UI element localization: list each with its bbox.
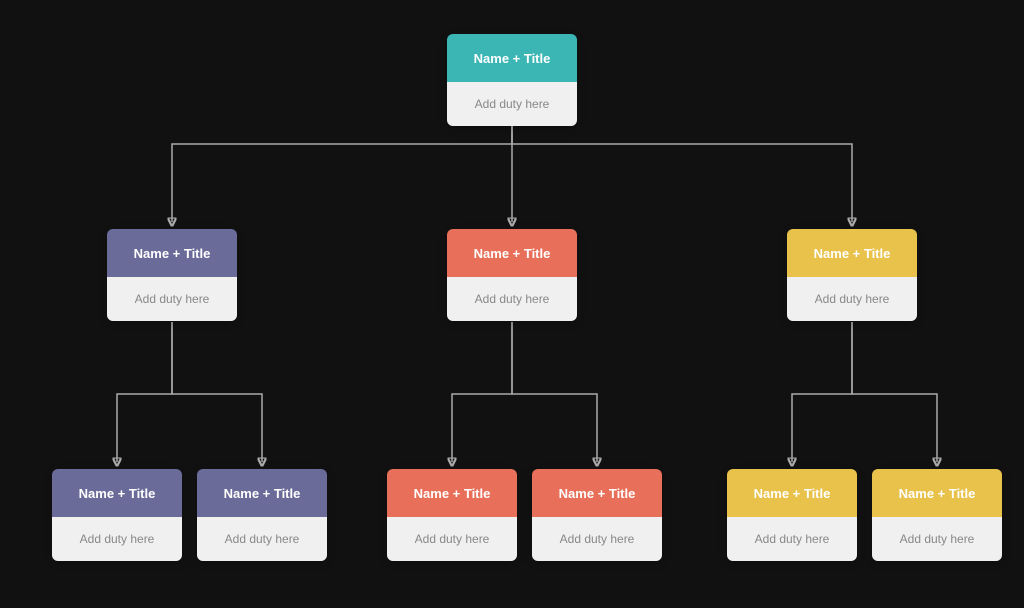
node-mid-left-header: Name + Title <box>107 229 237 277</box>
node-leaf-ll[interactable]: Name + Title Add duty here <box>52 469 182 561</box>
node-leaf-rl-body: Add duty here <box>727 517 857 561</box>
node-root-label: Name + Title <box>474 51 551 66</box>
node-leaf-cr-duty: Add duty here <box>560 532 635 546</box>
node-leaf-lr-duty: Add duty here <box>225 532 300 546</box>
node-leaf-rl-header: Name + Title <box>727 469 857 517</box>
node-mid-center-header: Name + Title <box>447 229 577 277</box>
node-leaf-cl-duty: Add duty here <box>415 532 490 546</box>
node-leaf-rl-duty: Add duty here <box>755 532 830 546</box>
node-leaf-lr-label: Name + Title <box>224 486 301 501</box>
node-mid-right-duty: Add duty here <box>815 292 890 306</box>
node-leaf-lr-header: Name + Title <box>197 469 327 517</box>
node-leaf-lr-body: Add duty here <box>197 517 327 561</box>
node-mid-left-body: Add duty here <box>107 277 237 321</box>
node-leaf-rr-body: Add duty here <box>872 517 1002 561</box>
node-leaf-cr-header: Name + Title <box>532 469 662 517</box>
node-mid-center-duty: Add duty here <box>475 292 550 306</box>
node-leaf-lr[interactable]: Name + Title Add duty here <box>197 469 327 561</box>
org-chart: Name + Title Add duty here Name + Title … <box>32 14 992 594</box>
node-leaf-rr[interactable]: Name + Title Add duty here <box>872 469 1002 561</box>
node-root-duty: Add duty here <box>475 97 550 111</box>
node-leaf-cl-label: Name + Title <box>414 486 491 501</box>
node-mid-right-body: Add duty here <box>787 277 917 321</box>
node-leaf-ll-duty: Add duty here <box>80 532 155 546</box>
node-leaf-ll-body: Add duty here <box>52 517 182 561</box>
node-leaf-rr-duty: Add duty here <box>900 532 975 546</box>
node-leaf-ll-label: Name + Title <box>79 486 156 501</box>
node-leaf-cr-label: Name + Title <box>559 486 636 501</box>
node-leaf-cl-header: Name + Title <box>387 469 517 517</box>
node-leaf-cr-body: Add duty here <box>532 517 662 561</box>
node-mid-center[interactable]: Name + Title Add duty here <box>447 229 577 321</box>
node-leaf-cl[interactable]: Name + Title Add duty here <box>387 469 517 561</box>
node-leaf-ll-header: Name + Title <box>52 469 182 517</box>
node-mid-left-label: Name + Title <box>134 246 211 261</box>
node-mid-left[interactable]: Name + Title Add duty here <box>107 229 237 321</box>
node-mid-right[interactable]: Name + Title Add duty here <box>787 229 917 321</box>
node-mid-center-label: Name + Title <box>474 246 551 261</box>
node-leaf-rr-header: Name + Title <box>872 469 1002 517</box>
node-leaf-rl-label: Name + Title <box>754 486 831 501</box>
node-mid-center-body: Add duty here <box>447 277 577 321</box>
node-leaf-rr-label: Name + Title <box>899 486 976 501</box>
node-root-header: Name + Title <box>447 34 577 82</box>
node-mid-right-label: Name + Title <box>814 246 891 261</box>
node-mid-left-duty: Add duty here <box>135 292 210 306</box>
node-mid-right-header: Name + Title <box>787 229 917 277</box>
node-root-body: Add duty here <box>447 82 577 126</box>
node-leaf-rl[interactable]: Name + Title Add duty here <box>727 469 857 561</box>
node-root[interactable]: Name + Title Add duty here <box>447 34 577 126</box>
node-leaf-cl-body: Add duty here <box>387 517 517 561</box>
node-leaf-cr[interactable]: Name + Title Add duty here <box>532 469 662 561</box>
